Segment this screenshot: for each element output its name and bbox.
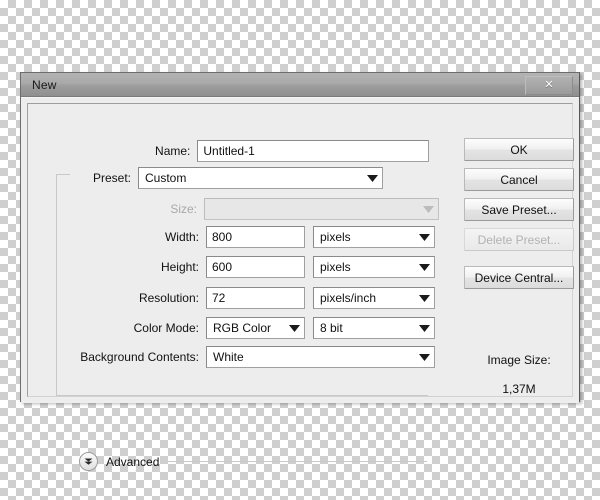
- ok-button-label: OK: [510, 142, 528, 157]
- name-label: Name:: [155, 144, 191, 158]
- image-size-label: Image Size:: [487, 353, 551, 367]
- dialog-body: Name: Untitled-1 Preset: Custom Size: Wi…: [21, 97, 579, 471]
- advanced-label: Advanced: [106, 454, 160, 469]
- color-mode-label: Color Mode:: [133, 321, 199, 335]
- width-input[interactable]: 800: [206, 226, 305, 248]
- background-contents-row: Background Contents: White: [49, 346, 449, 368]
- preset-value: Custom: [145, 171, 187, 185]
- size-row: Size:: [49, 198, 439, 220]
- name-input-value: Untitled-1: [203, 144, 255, 158]
- height-label: Height:: [160, 260, 199, 274]
- resolution-unit-dropdown[interactable]: pixels/inch: [313, 287, 435, 309]
- resolution-label: Resolution:: [138, 291, 199, 305]
- image-size-value: 1,37M: [502, 382, 536, 396]
- close-icon[interactable]: ✕: [525, 76, 573, 95]
- device-central-button[interactable]: Device Central...: [464, 266, 574, 289]
- chevron-down-icon: [423, 205, 434, 213]
- delete-preset-button[interactable]: Delete Preset...: [464, 228, 574, 251]
- dialog-title: New: [32, 77, 57, 92]
- save-preset-button[interactable]: Save Preset...: [464, 198, 574, 221]
- width-label: Width:: [164, 230, 199, 244]
- color-depth-dropdown[interactable]: 8 bit: [313, 317, 435, 339]
- chevron-down-icon: [419, 263, 430, 271]
- name-input[interactable]: Untitled-1: [197, 140, 429, 162]
- resolution-unit-value: pixels/inch: [320, 291, 377, 305]
- dialog-titlebar[interactable]: New ✕: [21, 73, 579, 97]
- chevron-down-circle-icon: [79, 452, 98, 471]
- width-input-value: 800: [212, 230, 233, 244]
- chevron-down-icon: [289, 324, 300, 332]
- chevron-down-icon: [419, 324, 430, 332]
- width-row: Width: 800 pixels: [49, 226, 439, 248]
- size-dropdown[interactable]: [204, 198, 439, 220]
- cancel-button-label: Cancel: [500, 172, 538, 187]
- dialog-button-column: OK Cancel Save Preset... Delete Preset..…: [464, 138, 574, 296]
- color-depth-value: 8 bit: [320, 321, 343, 335]
- chevron-down-icon: [419, 294, 430, 302]
- new-document-dialog: New ✕ Name: Untitled-1 Preset: Custom Si…: [20, 72, 580, 471]
- size-label: Size:: [170, 202, 197, 216]
- preset-label: Preset:: [92, 171, 131, 185]
- height-row: Height: 600 pixels: [49, 256, 439, 278]
- close-glyph: ✕: [544, 79, 554, 91]
- background-contents-value: White: [213, 350, 244, 364]
- width-unit-value: pixels: [320, 230, 351, 244]
- width-unit-dropdown[interactable]: pixels: [313, 226, 435, 248]
- preset-dropdown[interactable]: Custom: [138, 167, 383, 189]
- resolution-row: Resolution: 72 pixels/inch: [49, 287, 439, 309]
- new-document-form: Name: Untitled-1 Preset: Custom Size: Wi…: [21, 98, 439, 471]
- delete-preset-button-label: Delete Preset...: [477, 232, 561, 247]
- height-unit-dropdown[interactable]: pixels: [313, 256, 435, 278]
- background-contents-label: Background Contents:: [80, 350, 199, 364]
- height-input[interactable]: 600: [206, 256, 305, 278]
- height-input-value: 600: [212, 260, 233, 274]
- chevron-down-icon: [367, 174, 378, 182]
- name-row: Name: Untitled-1: [49, 140, 429, 162]
- device-central-button-label: Device Central...: [474, 270, 564, 285]
- color-mode-value: RGB Color: [213, 321, 272, 335]
- chevron-down-icon: [419, 353, 430, 361]
- image-size-readout: Image Size: 1,37M: [464, 353, 574, 396]
- advanced-separator: [168, 461, 427, 462]
- background-contents-dropdown[interactable]: White: [206, 346, 435, 368]
- cancel-button[interactable]: Cancel: [464, 168, 574, 191]
- save-preset-button-label: Save Preset...: [481, 202, 557, 217]
- resolution-input-value: 72: [212, 291, 226, 305]
- ok-button[interactable]: OK: [464, 138, 574, 161]
- color-mode-dropdown[interactable]: RGB Color: [206, 317, 305, 339]
- preset-row: Preset: Custom: [49, 167, 429, 189]
- resolution-input[interactable]: 72: [206, 287, 305, 309]
- height-unit-value: pixels: [320, 260, 351, 274]
- chevron-down-icon: [419, 233, 430, 241]
- color-mode-row: Color Mode: RGB Color 8 bit: [49, 317, 439, 339]
- transparent-canvas-background: New ✕ Name: Untitled-1 Preset: Custom Si…: [0, 0, 600, 500]
- advanced-disclosure[interactable]: Advanced: [79, 452, 429, 471]
